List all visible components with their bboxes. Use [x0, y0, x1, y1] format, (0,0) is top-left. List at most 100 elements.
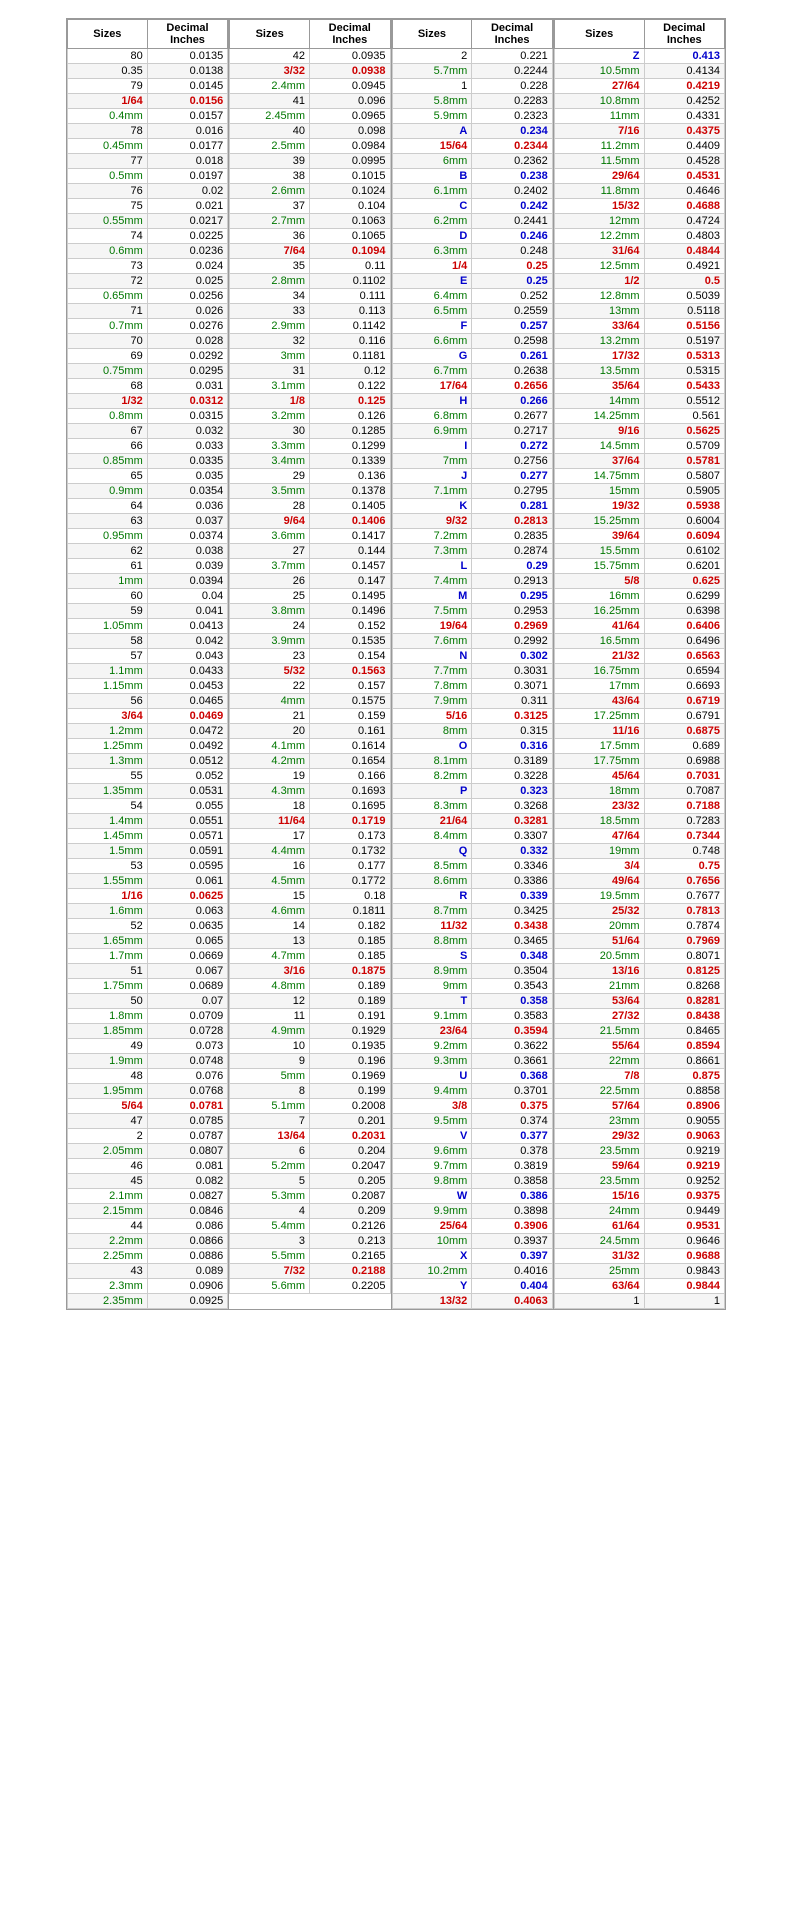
size-cell: 21/64: [392, 814, 472, 829]
decimal-cell: 0.2087: [310, 1189, 391, 1204]
size-cell: 65: [68, 469, 148, 484]
size-cell: 9.1mm: [392, 1009, 472, 1024]
table-row: 450.082: [68, 1174, 228, 1189]
table-row: 6.7mm0.2638: [392, 364, 552, 379]
size-cell: 32: [230, 334, 310, 349]
table-row: 23/320.7188: [554, 799, 724, 814]
table-row: 9.9mm0.3898: [392, 1204, 552, 1219]
decimal-cell: 0.875: [644, 1069, 724, 1084]
size-cell: 47/64: [554, 829, 644, 844]
size-cell: 14.5mm: [554, 439, 644, 454]
size-cell: 68: [68, 379, 148, 394]
size-cell: 8mm: [392, 724, 472, 739]
decimal-cell: 0.8858: [644, 1084, 724, 1099]
size-cell: 6.7mm: [392, 364, 472, 379]
size-cell: O: [392, 739, 472, 754]
table-row: 460.081: [68, 1159, 228, 1174]
decimal-cell: 0.0635: [147, 919, 228, 934]
decimal-cell: 0.1969: [310, 1069, 391, 1084]
decimal-cell: 0.1378: [310, 484, 391, 499]
decimal-cell: 0.0335: [147, 454, 228, 469]
table-row: 15/320.4688: [554, 199, 724, 214]
size-cell: 5.8mm: [392, 94, 472, 109]
table-row: 9/320.2813: [392, 514, 552, 529]
size-cell: 3.5mm: [230, 484, 310, 499]
size-cell: 11.8mm: [554, 184, 644, 199]
decimal-cell: 0.7344: [644, 829, 724, 844]
table-row: 5.4mm0.2126: [230, 1219, 390, 1234]
size-cell: 9: [230, 1054, 310, 1069]
decimal-cell: 0.6398: [644, 604, 724, 619]
decimal-cell: 0.4724: [644, 214, 724, 229]
decimal-cell: 0.0866: [147, 1234, 228, 1249]
decimal-cell: 0.0295: [147, 364, 228, 379]
size-cell: 7/32: [230, 1264, 310, 1279]
col3-h2: DecimalInches: [472, 20, 553, 49]
decimal-cell: 0.8661: [644, 1054, 724, 1069]
decimal-cell: 0.0469: [147, 709, 228, 724]
decimal-cell: 0.1181: [310, 349, 391, 364]
table-row: I0.272: [392, 439, 552, 454]
size-cell: 4.8mm: [230, 979, 310, 994]
size-cell: 1.1mm: [68, 664, 148, 679]
size-cell: 13.5mm: [554, 364, 644, 379]
table-row: 6.1mm0.2402: [392, 184, 552, 199]
table-row: J0.277: [392, 469, 552, 484]
decimal-cell: 0.04: [147, 589, 228, 604]
table-row: 21mm0.8268: [554, 979, 724, 994]
decimal-cell: 0.7969: [644, 934, 724, 949]
size-cell: 5.7mm: [392, 64, 472, 79]
decimal-cell: 0.2559: [472, 304, 553, 319]
table-row: 1/320.0312: [68, 394, 228, 409]
decimal-cell: 0.261: [472, 349, 553, 364]
table-row: 24mm0.9449: [554, 1204, 724, 1219]
table-row: 350.11: [230, 259, 390, 274]
table-row: 310.12: [230, 364, 390, 379]
table-row: 1.5mm0.0591: [68, 844, 228, 859]
col1-h1: Sizes: [68, 20, 148, 49]
size-cell: 6: [230, 1144, 310, 1159]
decimal-cell: 0.7813: [644, 904, 724, 919]
size-cell: 6.6mm: [392, 334, 472, 349]
decimal-cell: 0.5433: [644, 379, 724, 394]
decimal-cell: 0.0225: [147, 229, 228, 244]
decimal-cell: 0.1929: [310, 1024, 391, 1039]
size-cell: 15: [230, 889, 310, 904]
table-row: 300.1285: [230, 424, 390, 439]
decimal-cell: 0.7656: [644, 874, 724, 889]
table-row: 35/640.5433: [554, 379, 724, 394]
size-cell: W: [392, 1189, 472, 1204]
table-row: 7.9mm0.311: [392, 694, 552, 709]
size-cell: 2.1mm: [68, 1189, 148, 1204]
table-row: 5.5mm0.2165: [230, 1249, 390, 1264]
size-cell: 40: [230, 124, 310, 139]
decimal-cell: 0.0551: [147, 814, 228, 829]
size-cell: S: [392, 949, 472, 964]
size-cell: 8.5mm: [392, 859, 472, 874]
decimal-cell: 0.0512: [147, 754, 228, 769]
size-cell: 9/64: [230, 514, 310, 529]
size-cell: 0.35: [68, 64, 148, 79]
decimal-cell: 0.1495: [310, 589, 391, 604]
decimal-cell: 0.086: [147, 1219, 228, 1234]
table-row: 250.1495: [230, 589, 390, 604]
table-row: E0.25: [392, 274, 552, 289]
decimal-cell: 0.234: [472, 124, 553, 139]
table-row: P0.323: [392, 784, 552, 799]
table-row: 1.65mm0.065: [68, 934, 228, 949]
table-row: Y0.404: [392, 1279, 552, 1294]
decimal-cell: 0.3228: [472, 769, 553, 784]
table-row: 0.350.0138: [68, 64, 228, 79]
size-cell: M: [392, 589, 472, 604]
table-row: 7.8mm0.3071: [392, 679, 552, 694]
decimal-cell: 0.9646: [644, 1234, 724, 1249]
decimal-cell: 0.2323: [472, 109, 553, 124]
table-row: 30.213: [230, 1234, 390, 1249]
decimal-cell: 0.161: [310, 724, 391, 739]
size-cell: 4.9mm: [230, 1024, 310, 1039]
table-row: 15mm0.5905: [554, 484, 724, 499]
size-cell: 17.25mm: [554, 709, 644, 724]
table-row: 13/160.8125: [554, 964, 724, 979]
table-row: 8.4mm0.3307: [392, 829, 552, 844]
size-cell: 13mm: [554, 304, 644, 319]
